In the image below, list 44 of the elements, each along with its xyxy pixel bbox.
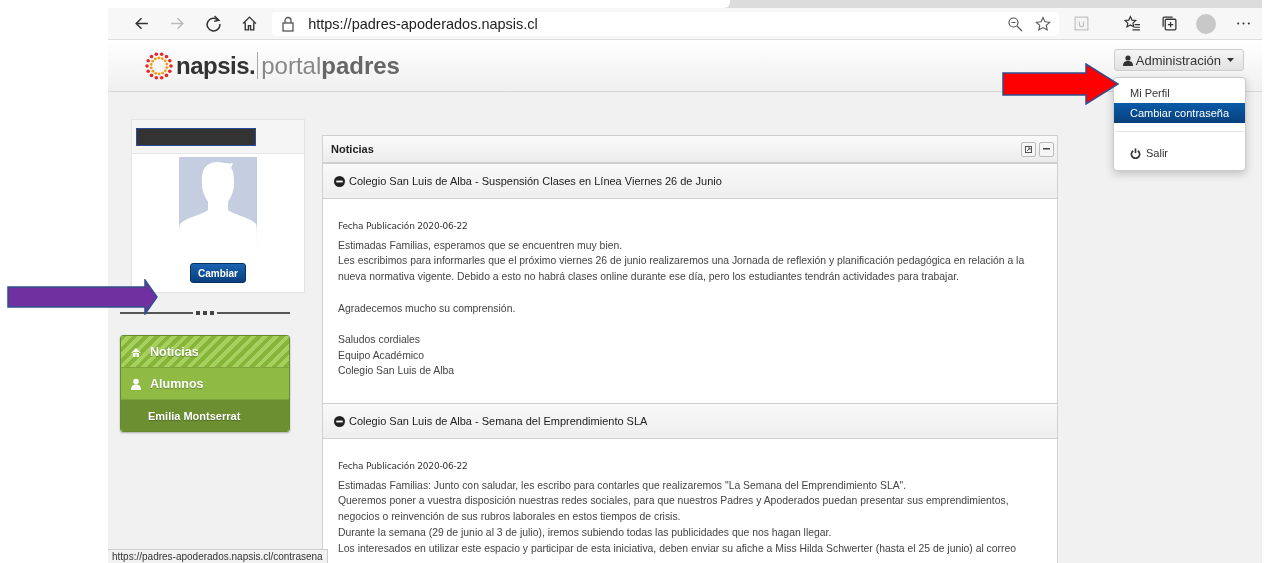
publication-date: Fecha Publicación 2020-06-22: [338, 220, 469, 233]
minimize-icon[interactable]: [1039, 141, 1054, 157]
home-icon: [130, 345, 142, 358]
logo-text: napsis. portalpadres: [176, 51, 400, 80]
star-icon[interactable]: [1035, 15, 1051, 32]
news-text: Colegio San Luis de Alba: [338, 364, 456, 379]
news-text: Les escribimos para informarles que el próximo viernes 26 de junio realizaremos una Jornada de reflexión y planificación pedagógica en relación a la nueva normativa vigente. Debido a esto no habrá clases online durante ese día, pero los estudiantes tendrán actividades para trabajar.: [338, 254, 1026, 285]
favorites-icon[interactable]: [1124, 15, 1141, 32]
power-icon: [1130, 147, 1141, 159]
administration-button[interactable]: Administración: [1113, 49, 1244, 71]
home-icon[interactable]: [241, 15, 259, 32]
news-text: Agradecemos mucho su comprensión.: [338, 301, 517, 316]
reload-icon[interactable]: [205, 15, 223, 32]
lock-icon: [280, 15, 297, 32]
caret-icon: [1227, 57, 1235, 63]
change-photo-button[interactable]: Cambiar: [190, 263, 246, 283]
news-title[interactable]: Colegio San Luis de Alba - Semana del Emprendimiento SLA: [349, 415, 648, 427]
logo-icon: [145, 51, 173, 80]
news-text: Queremos poner a vuestra disposición nuestras redes sociales, para que nuestros Padres y Apoderados puedan presentar sus emprendimientos, negocios o reinvención de sus rubros laborales en estos tiempos de crisis.: [338, 494, 1010, 525]
menu-item[interactable]: Salir: [1114, 141, 1246, 165]
url-text: https://padres-apoderados.napsis.cl: [308, 15, 539, 32]
collections-icon[interactable]: [1161, 15, 1178, 32]
user-icon: [130, 377, 142, 390]
news-text: Equipo Académico: [338, 348, 426, 363]
news-title[interactable]: Colegio San Luis de Alba - Suspensión Clases en Línea Viernes 26 de Junio: [349, 175, 722, 187]
publication-date: Fecha Publicación 2020-06-22: [338, 460, 469, 473]
news-text: Estimadas Familias, esperamos que se encuentren muy bien.: [338, 238, 624, 253]
news-text: Saludos cordiales: [338, 332, 422, 347]
collapse-icon[interactable]: [334, 415, 345, 427]
user-icon: [1122, 54, 1133, 66]
back-icon[interactable]: [132, 15, 150, 32]
status-url: https://padres-apoderados.napsis.cl/contrasena: [112, 551, 323, 562]
news-text: Los interesados en utilizar este espacio y participar de esta iniciativa, deben enviar su afiche a Miss Hilda Schwerter (hasta el 25 de junio) al correo: [338, 541, 1018, 556]
menu-item[interactable]: Mi Perfil: [1114, 83, 1246, 103]
panel-title: Noticias: [331, 143, 374, 155]
zoom-out-icon[interactable]: [1007, 15, 1023, 32]
news-text: Estimadas Familias: Junto con saludar, les escribo para contarles que realizaremos "La Semana del Emprendimiento SLA".: [338, 478, 908, 493]
sidebar-subitem[interactable]: Emilia Montserrat: [121, 400, 289, 431]
address-bar[interactable]: https://padres-apoderados.napsis.cl: [272, 11, 1059, 36]
news-text: Durante la semana (29 de junio al 3 de julio), iremos subiendo todas las publicidades que nos hagan llegar.: [338, 525, 833, 540]
collapse-icon[interactable]: [334, 175, 345, 187]
menu-item[interactable]: Cambiar contraseña: [1114, 103, 1246, 123]
expand-icon[interactable]: [1021, 141, 1036, 157]
forward-icon: [168, 15, 186, 32]
